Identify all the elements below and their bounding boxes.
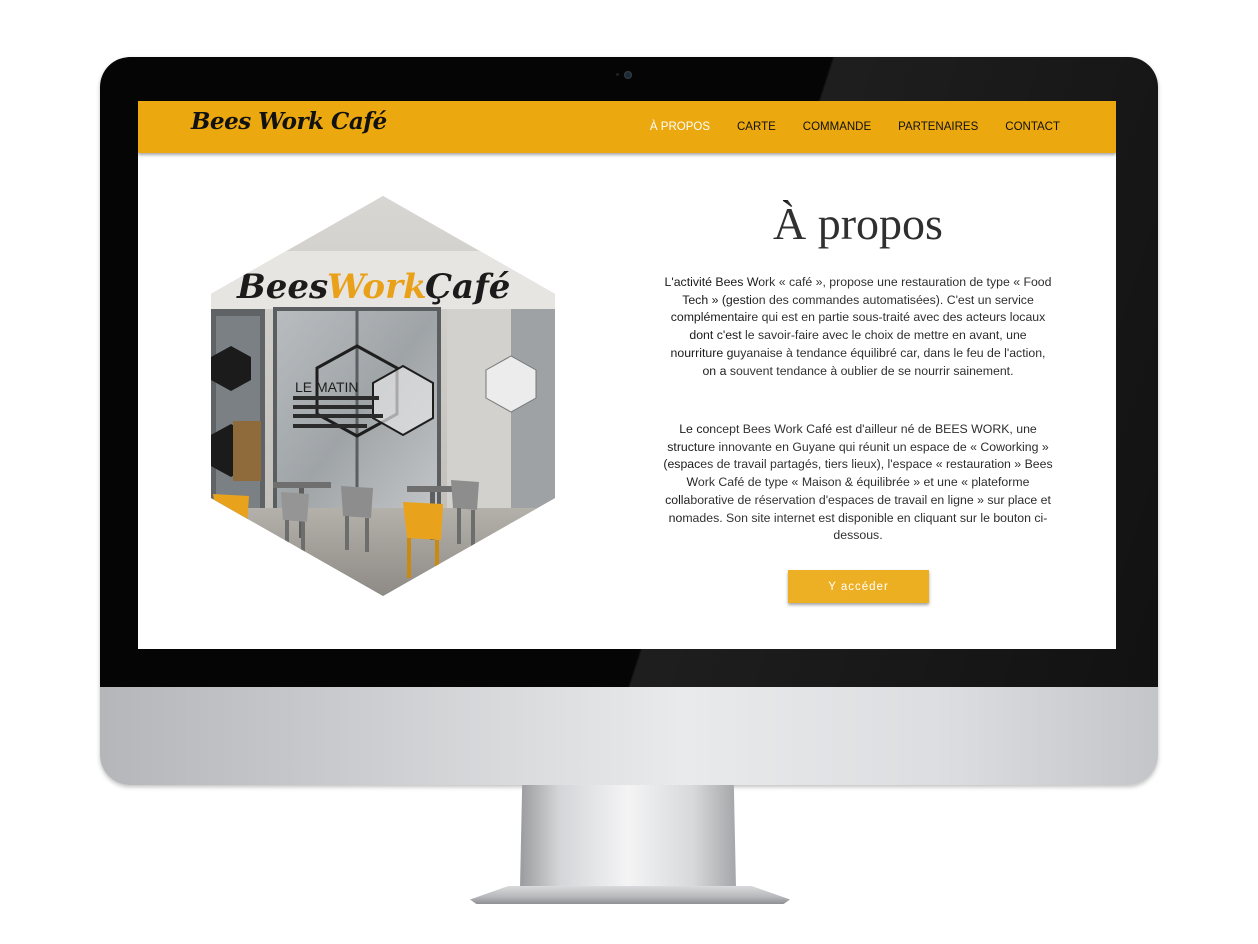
navbar: Bees Work Café À PROPOS CARTE COMMANDE P…	[138, 101, 1116, 153]
stage: Bees Work Café À PROPOS CARTE COMMANDE P…	[0, 0, 1258, 944]
storefront-illustration: Bees Work Çafé LE MATIN	[211, 196, 555, 596]
monitor-stand-base	[470, 886, 790, 904]
nav-item-partenaires[interactable]: PARTENAIRES	[898, 121, 978, 133]
page-title: À propos	[773, 198, 943, 249]
nav-item-carte[interactable]: CARTE	[737, 121, 776, 133]
camera-icon	[624, 71, 632, 79]
nav-item-a-propos[interactable]: À PROPOS	[650, 121, 710, 133]
camera-sensor-icon	[616, 73, 619, 76]
monitor-stand-neck	[520, 785, 736, 889]
website-screen: Bees Work Café À PROPOS CARTE COMMANDE P…	[138, 101, 1116, 649]
about-paragraph-1: L'activité Bees Work « café », propose u…	[664, 275, 1052, 378]
nav-item-contact[interactable]: CONTACT	[1005, 121, 1060, 133]
sign-cafe: Çafé	[425, 267, 510, 307]
nav-item-commande[interactable]: COMMANDE	[803, 121, 871, 133]
site-logo[interactable]: Bees Work Café	[191, 108, 387, 135]
about-paragraph-2: Le concept Bees Work Café est d'ailleur …	[663, 422, 1053, 543]
imac-monitor: Bees Work Café À PROPOS CARTE COMMANDE P…	[100, 57, 1158, 785]
access-button[interactable]: Y accéder	[788, 570, 929, 603]
window-text: LE MATIN	[295, 379, 359, 395]
sign-bees: Bees	[236, 267, 328, 307]
cafe-storefront-photo: Bees Work Çafé LE MATIN	[211, 196, 555, 596]
sign-work: Work	[327, 267, 427, 307]
main-nav: À PROPOS CARTE COMMANDE PARTENAIRES CONT…	[623, 101, 1060, 153]
monitor-chin	[100, 687, 1158, 785]
